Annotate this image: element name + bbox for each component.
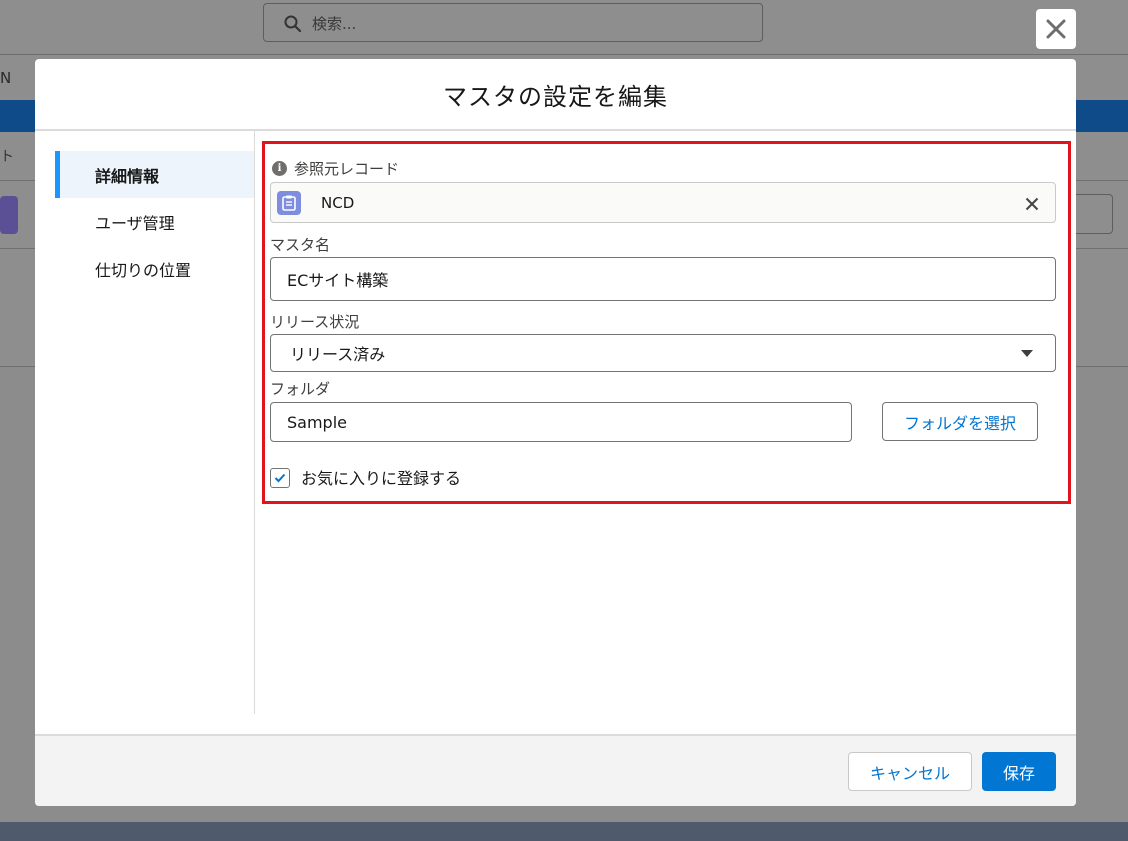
modal-body: 詳細情報 ユーザ管理 仕切りの位置 i 参照元レコード NCD マスタ名 ECサ… [35,131,1076,736]
folder-input[interactable]: Sample [270,402,852,442]
modal-header: マスタの設定を編集 [35,59,1076,131]
global-header: 検索... [0,0,1128,54]
background-footer [0,822,1128,841]
nav-item-label: ユーザ管理 [95,213,175,233]
chevron-down-icon [1021,350,1033,357]
reference-record-label: 参照元レコード [294,160,400,178]
global-search-placeholder: 検索... [312,15,357,33]
global-search-box: 検索... [263,3,763,42]
save-button[interactable]: 保存 [982,752,1056,791]
favorite-checkbox[interactable] [270,468,290,488]
release-status-label: リリース状況 [270,313,360,331]
clipboard-icon [277,191,301,215]
nav-item-label: 詳細情報 [95,166,160,186]
master-name-label: マスタ名 [270,236,331,254]
record-icon [0,196,18,234]
nav-item-label: 仕切りの位置 [95,260,192,280]
master-name-input[interactable]: ECサイト構築 [270,257,1056,301]
checkmark-icon [274,473,286,483]
search-icon [284,15,302,33]
close-icon [1025,197,1039,211]
nav-item-user-management[interactable]: ユーザ管理 [55,198,255,245]
reference-record-value: NCD [321,194,355,212]
folder-label: フォルダ [270,380,331,398]
select-folder-button[interactable]: フォルダを選択 [882,402,1038,441]
cancel-button[interactable]: キャンセル [848,752,972,791]
release-status-select[interactable]: リリース済み [270,334,1056,372]
select-folder-label: フォルダを選択 [903,413,1016,433]
edit-master-modal: マスタの設定を編集 詳細情報 ユーザ管理 仕切りの位置 i 参照元レコード NC… [35,59,1076,806]
nav-fragment: N [0,69,12,87]
tab-fragment: ト [0,149,14,165]
close-icon [1046,19,1066,39]
cancel-label: キャンセル [869,763,950,783]
nav-item-details[interactable]: 詳細情報 [55,151,255,198]
folder-value: Sample [287,412,347,432]
nav-item-divider-position[interactable]: 仕切りの位置 [55,245,255,292]
save-label: 保存 [1002,763,1035,783]
modal-footer: キャンセル 保存 [35,734,1076,806]
reference-record-pill: NCD [270,182,1056,223]
favorite-label: お気に入りに登録する [301,469,462,488]
release-status-value: リリース済み [290,345,386,364]
master-name-value: ECサイト構築 [287,271,389,290]
clear-selection-button[interactable] [1021,193,1043,215]
modal-close-button[interactable] [1036,9,1076,49]
nav-divider [254,131,255,714]
section-nav: 詳細情報 ユーザ管理 仕切りの位置 [55,151,255,292]
modal-title: マスタの設定を編集 [443,82,668,111]
info-icon: i [272,161,287,176]
